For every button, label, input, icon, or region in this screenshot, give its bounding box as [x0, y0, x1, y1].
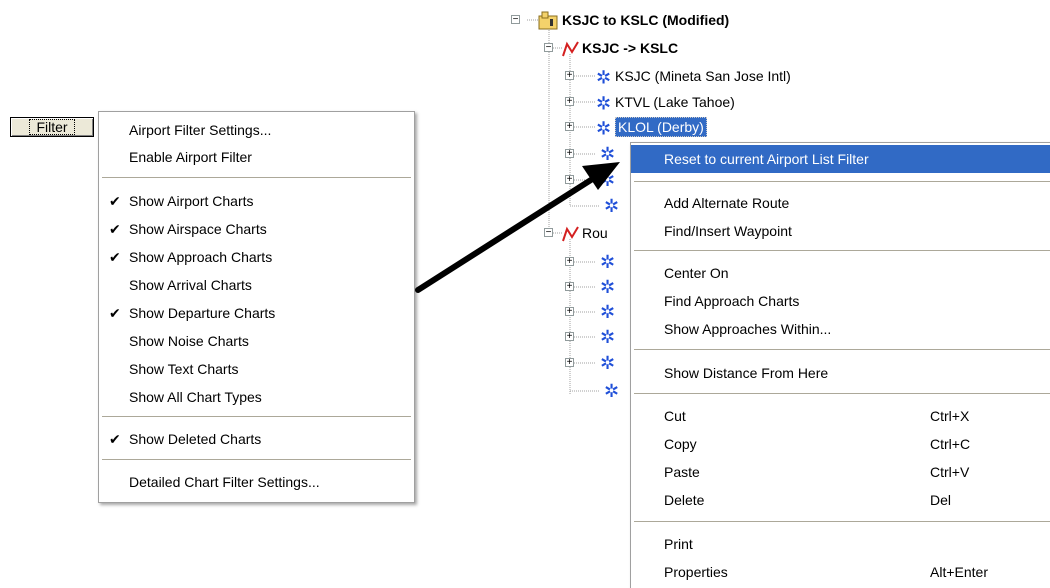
annotation-arrow	[415, 162, 620, 293]
